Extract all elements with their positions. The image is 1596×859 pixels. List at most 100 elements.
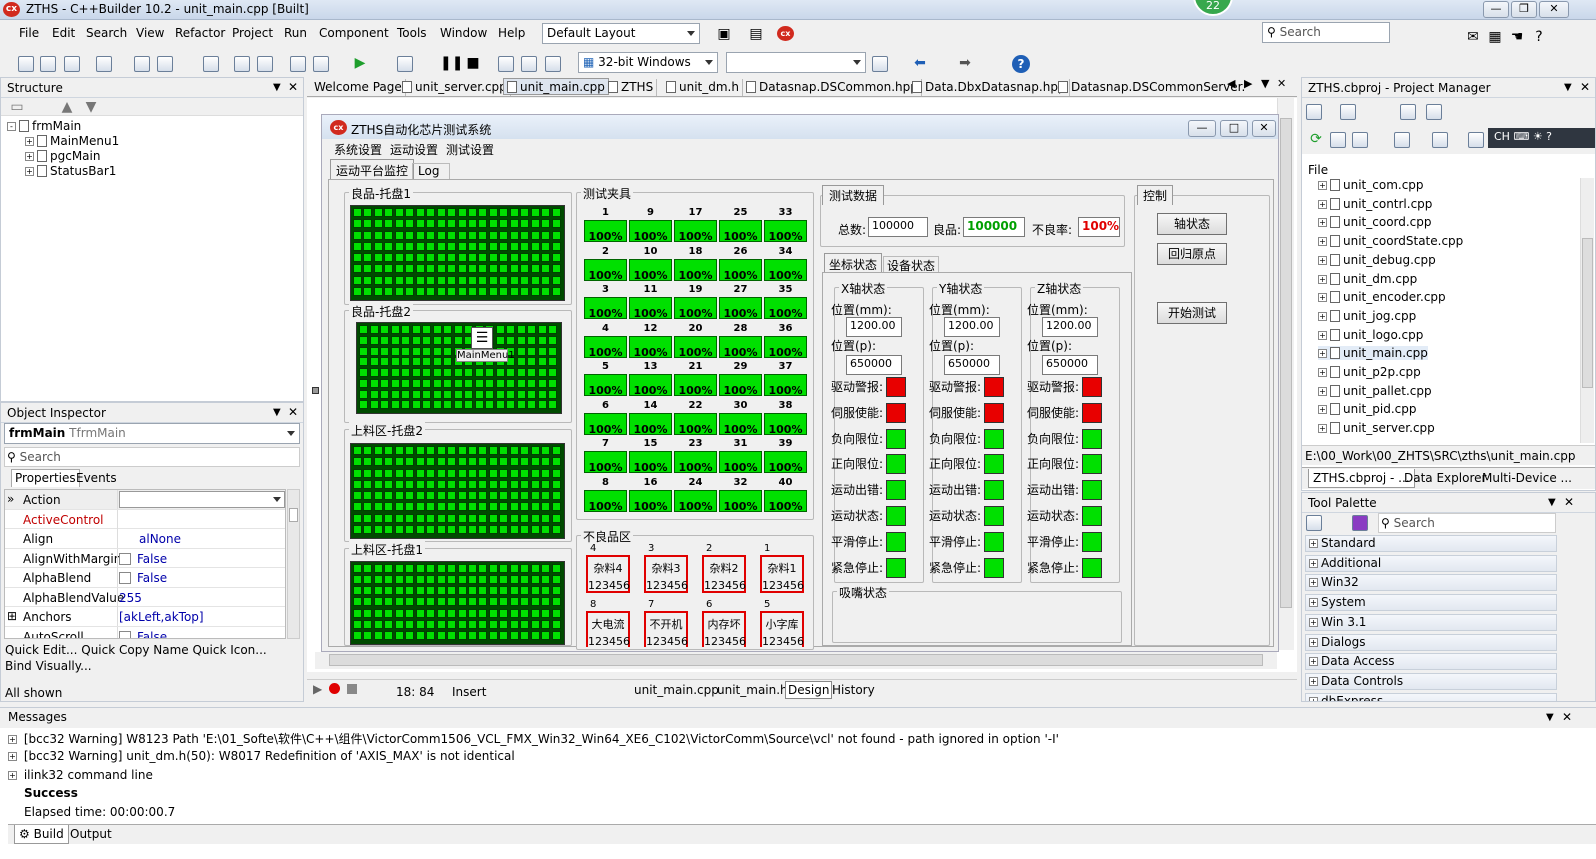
- property-row[interactable]: AlphaBlendValue 255: [5, 587, 285, 607]
- palette-category[interactable]: + Win 3.1: [1305, 613, 1557, 631]
- property-value[interactable]: 255: [119, 591, 142, 605]
- run-icon[interactable]: ▶: [352, 55, 368, 71]
- refresh-icon[interactable]: [872, 56, 888, 72]
- pin-icon[interactable]: ▼: [273, 407, 281, 418]
- designer-hscrollbar[interactable]: [315, 652, 1277, 669]
- project-file[interactable]: + unit_p2p.cpp: [1318, 365, 1421, 379]
- close-icon[interactable]: ✕: [288, 80, 298, 94]
- project-file[interactable]: + unit_encoder.cpp: [1318, 290, 1446, 304]
- menu-run[interactable]: Run: [284, 26, 307, 40]
- collapse-all-icon[interactable]: [1352, 132, 1368, 148]
- tab-dbxdatasnap[interactable]: Data.DbxDatasnap.hpp: [909, 79, 1070, 96]
- mail-icon[interactable]: ✉: [1465, 29, 1481, 45]
- expand-icon[interactable]: +: [1318, 368, 1327, 377]
- expand-icon[interactable]: +: [25, 167, 34, 176]
- expand-icon[interactable]: +: [8, 752, 17, 761]
- project-file[interactable]: + unit_jog.cpp: [1318, 309, 1416, 323]
- expand-icon[interactable]: +: [1318, 218, 1327, 228]
- sync-icon[interactable]: ⟳: [1308, 131, 1324, 147]
- tab-log[interactable]: Log: [412, 163, 450, 179]
- tab-output[interactable]: Output: [70, 827, 112, 841]
- expand-icon[interactable]: +: [1318, 311, 1327, 321]
- pause-icon[interactable]: ❚❚: [440, 55, 463, 71]
- expand-icon[interactable]: +: [1318, 349, 1327, 359]
- filter-icon[interactable]: [1352, 515, 1368, 531]
- project-file[interactable]: + unit_coordState.cpp: [1318, 234, 1463, 248]
- record-macro-icon[interactable]: [329, 683, 340, 694]
- menu-view[interactable]: View: [136, 26, 164, 40]
- bind-visually-link[interactable]: Bind Visually...: [5, 659, 92, 673]
- property-row[interactable]: AlignWithMargins False: [5, 548, 285, 568]
- menu-search[interactable]: Search: [86, 26, 127, 40]
- form-close-button[interactable]: ✕: [1252, 120, 1276, 137]
- project-options-icon[interactable]: [96, 56, 112, 72]
- run-without-debug-icon[interactable]: [397, 56, 413, 72]
- forward-arrow-icon[interactable]: ➡: [957, 55, 973, 71]
- message-row[interactable]: + ilink32 command line: [8, 768, 153, 782]
- menu-refactor[interactable]: Refactor: [175, 26, 225, 40]
- activate-icon[interactable]: [1306, 104, 1322, 120]
- play-macro-icon[interactable]: ▶: [313, 682, 322, 696]
- close-icon[interactable]: ✕: [288, 405, 298, 419]
- object-selector[interactable]: frmMain TfrmMain: [4, 423, 300, 444]
- tab-zths[interactable]: ZTHS: [605, 79, 658, 96]
- calendar-icon[interactable]: ▦: [1487, 29, 1503, 45]
- close-icon[interactable]: ✕: [1564, 495, 1574, 509]
- up-arrow-icon[interactable]: ▲: [59, 99, 75, 115]
- new-icon[interactable]: [18, 56, 34, 72]
- close-button[interactable]: ✕: [1539, 1, 1569, 18]
- config-combo[interactable]: [726, 52, 866, 73]
- pm-scrollbar[interactable]: [1580, 178, 1594, 443]
- property-row[interactable]: » Action: [5, 490, 285, 510]
- tree-root[interactable]: - frmMain: [7, 119, 81, 133]
- pin-icon[interactable]: ▼: [1546, 712, 1554, 723]
- property-row[interactable]: AlphaBlend False: [5, 568, 285, 588]
- project-file[interactable]: + unit_com.cpp: [1318, 178, 1424, 192]
- menu-tools[interactable]: Tools: [397, 26, 427, 40]
- tab-motion-monitor[interactable]: 运动平台监控: [330, 159, 415, 179]
- project-file[interactable]: + unit_contrl.cpp: [1318, 197, 1432, 211]
- expand-icon[interactable]: +: [8, 735, 17, 744]
- property-row[interactable]: ⊞ Anchors [akLeft,akTop]: [5, 607, 285, 627]
- property-value[interactable]: [akLeft,akTop]: [119, 610, 204, 624]
- position-pulse-field[interactable]: 650000: [846, 355, 902, 375]
- expand-icon[interactable]: +: [1318, 293, 1327, 303]
- expand-icon[interactable]: +: [1318, 199, 1327, 209]
- menu-help[interactable]: Help: [498, 26, 525, 40]
- menu-project[interactable]: Project: [232, 26, 273, 40]
- notification-badge[interactable]: 22: [1193, 0, 1233, 16]
- palette-category[interactable]: + dbExpress: [1305, 692, 1557, 701]
- expand-icon[interactable]: +: [1318, 274, 1327, 284]
- cx-logo-icon[interactable]: cx: [777, 26, 794, 41]
- sort-icon[interactable]: [1394, 132, 1410, 148]
- tab-properties[interactable]: Properties: [11, 469, 80, 487]
- tab-events[interactable]: Events: [73, 470, 120, 487]
- home-button[interactable]: 回归原点: [1157, 243, 1227, 265]
- tab-unit-main[interactable]: unit_main.cpp: [503, 78, 609, 95]
- expand-icon[interactable]: +: [8, 771, 17, 780]
- close-icon[interactable]: ✕: [1562, 710, 1572, 724]
- layout-combo[interactable]: Default Layout: [542, 23, 700, 44]
- expand-icon[interactable]: +: [1318, 386, 1327, 396]
- position-pulse-field[interactable]: 650000: [944, 355, 1000, 375]
- project-file[interactable]: + unit_coord.cpp: [1318, 215, 1432, 229]
- axis-status-button[interactable]: 轴状态: [1157, 213, 1227, 235]
- tree-item[interactable]: + pgcMain: [25, 149, 100, 163]
- stop-macro-icon[interactable]: [347, 684, 357, 694]
- collapse-icon[interactable]: -: [7, 122, 16, 131]
- menu-file[interactable]: File: [19, 26, 39, 40]
- inspector-scrollbar[interactable]: [287, 489, 300, 639]
- palette-category[interactable]: + Additional: [1305, 554, 1557, 572]
- form-menu-system[interactable]: 系统设置: [334, 141, 382, 158]
- set-debug-desktop-icon[interactable]: ▤: [748, 26, 764, 42]
- palette-category[interactable]: + Data Access: [1305, 653, 1557, 671]
- property-value[interactable]: alNone: [139, 532, 181, 546]
- property-row[interactable]: ActiveControl: [5, 509, 285, 529]
- tab-unit-main-cpp[interactable]: unit_main.cpp: [634, 683, 719, 697]
- tab-scroll-right-icon[interactable]: ▶: [1244, 77, 1252, 90]
- save-as-icon[interactable]: [234, 56, 250, 72]
- action-value-dropdown[interactable]: [119, 491, 285, 508]
- expand-icon[interactable]: +: [1318, 237, 1327, 247]
- expand-icon[interactable]: +: [1318, 181, 1327, 190]
- open-project-icon[interactable]: [157, 56, 173, 72]
